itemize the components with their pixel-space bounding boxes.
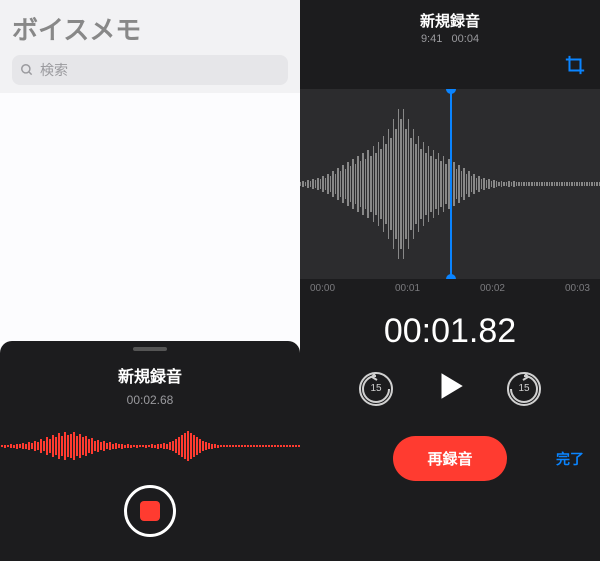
crop-icon [564, 54, 586, 76]
voice-memos-list-panel: ボイスメモ 検索 新規録音 00:02.68 [0, 0, 300, 561]
app-title: ボイスメモ [12, 10, 288, 47]
time-ruler: 00:00 00:01 00:02 00:03 [300, 279, 600, 298]
left-header: ボイスメモ 検索 [0, 0, 300, 93]
ruler-tick: 00:02 [480, 283, 505, 294]
recording-waveform [0, 421, 300, 471]
search-icon [20, 63, 34, 77]
clock-time: 9:41 [421, 33, 442, 45]
ruler-tick: 00:01 [395, 283, 420, 294]
record-stop-icon [140, 501, 160, 521]
current-time: 00:01.82 [300, 312, 600, 351]
ruler-tick: 00:03 [565, 283, 590, 294]
play-icon [433, 369, 467, 403]
recording-sheet: 新規録音 00:02.68 [0, 341, 300, 561]
memo-list-empty [0, 93, 300, 341]
skip-back-15-button[interactable]: 15 [359, 372, 393, 406]
playback-waveform[interactable] [300, 89, 600, 279]
trim-button[interactable] [564, 54, 586, 81]
stop-record-button[interactable] [124, 485, 176, 537]
playback-subtitle: 9:41 00:04 [300, 33, 600, 45]
playback-header: 新規録音 9:41 00:04 [300, 0, 600, 49]
playback-edit-panel: 新規録音 9:41 00:04 00:00 00:01 00:02 00:03 … [300, 0, 600, 561]
playback-title: 新規録音 [300, 10, 600, 31]
done-button[interactable]: 完了 [556, 449, 584, 469]
play-button[interactable] [433, 369, 467, 408]
skip-forward-15-button[interactable]: 15 [507, 372, 541, 406]
recording-duration: 00:04 [452, 33, 480, 45]
rerecord-button[interactable]: 再録音 [393, 436, 506, 481]
skip-back-15-icon [359, 372, 393, 406]
search-input[interactable]: 検索 [12, 55, 288, 85]
ruler-tick: 00:00 [310, 283, 335, 294]
search-placeholder: 検索 [40, 60, 68, 80]
recording-elapsed: 00:02.68 [127, 393, 174, 407]
bottom-controls: 再録音 完了 [300, 436, 600, 481]
sheet-handle[interactable] [133, 347, 167, 351]
playback-controls: 15 15 [300, 369, 600, 408]
recording-title: 新規録音 [118, 363, 182, 387]
skip-forward-15-icon [507, 372, 541, 406]
